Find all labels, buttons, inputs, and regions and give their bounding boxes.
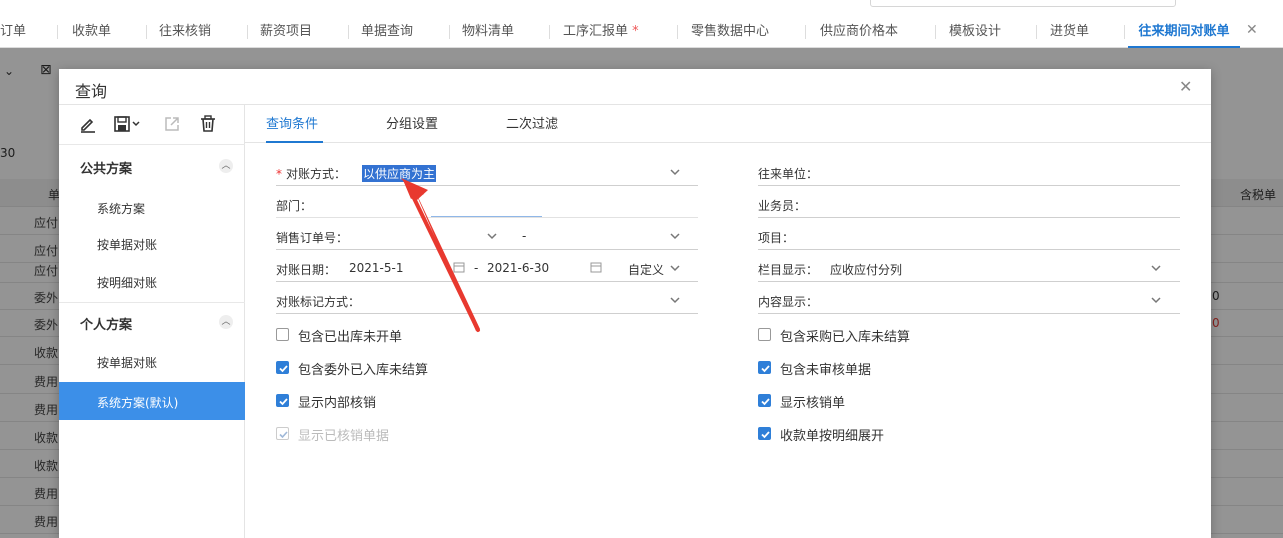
- chevron-down-icon[interactable]: [486, 230, 498, 242]
- end-date[interactable]: 2021-6-30: [487, 261, 549, 275]
- reconcile-date-range[interactable]: 对账日期： 2021-5-1 - 2021-6-30 自定义: [276, 256, 698, 282]
- scheme-item[interactable]: 按单据对账: [59, 225, 245, 261]
- delete-icon[interactable]: [199, 115, 219, 135]
- tab-query-conditions[interactable]: 查询条件: [266, 105, 323, 143]
- chevron-down-icon[interactable]: [669, 294, 681, 306]
- document-tab-bar: 订单 收款单 往来核销 薪资项目 单据查询 物料清单 工序汇报单 * 零售数据中…: [0, 14, 1283, 48]
- tab-period-reconciliation[interactable]: 往来期间对账单: [1128, 14, 1240, 48]
- content-display-select[interactable]: 内容显示：: [758, 288, 1180, 314]
- personal-scheme-group[interactable]: 个人方案 ︿: [59, 305, 245, 339]
- scheme-item[interactable]: 系统方案: [59, 189, 245, 225]
- tab-process-report[interactable]: 工序汇报单 *: [563, 14, 639, 48]
- tab-bom[interactable]: 物料清单: [462, 14, 514, 48]
- project-field[interactable]: 项目：: [758, 224, 1180, 250]
- date-mode-select[interactable]: 自定义: [628, 261, 664, 278]
- scheme-item-selected[interactable]: 系统方案(默认): [59, 382, 245, 420]
- tab-supplier-price-book[interactable]: 供应商价格本: [820, 14, 898, 48]
- scheme-item[interactable]: 按明细对账: [59, 263, 245, 299]
- column-display-select[interactable]: 栏目显示： 应收应付分列: [758, 256, 1180, 282]
- chevron-down-icon[interactable]: [669, 230, 681, 242]
- dialog-header: 查询 ✕: [59, 69, 1211, 105]
- top-strip: [0, 0, 1283, 14]
- department-field[interactable]: 部门：: [276, 192, 698, 218]
- tab-purchase-receipt[interactable]: 进货单: [1050, 14, 1089, 48]
- salesperson-field[interactable]: 业务员：: [758, 192, 1180, 218]
- calendar-icon[interactable]: [590, 261, 602, 273]
- close-tab-icon[interactable]: ✕: [1246, 22, 1258, 38]
- scheme-panel: 公共方案 ︿ 系统方案 按单据对账 按明细对账 个人方案 ︿ 按单据对账 系统方…: [59, 105, 245, 538]
- query-content: 查询条件 分组设置 二次过滤 * 对账方式： 以供应商为主 部门： 销售订单号： …: [245, 105, 1211, 538]
- chevron-up-icon[interactable]: ︿: [219, 159, 233, 173]
- tab-receipt[interactable]: 收款单: [72, 14, 111, 48]
- dialog-title: 查询: [75, 82, 108, 101]
- close-icon[interactable]: ✕: [1179, 77, 1192, 96]
- tab-document-query[interactable]: 单据查询: [361, 14, 413, 48]
- chevron-up-icon[interactable]: ︿: [219, 315, 233, 329]
- export-icon[interactable]: [163, 115, 183, 135]
- reconcile-method-select[interactable]: * 对账方式： 以供应商为主: [276, 160, 698, 186]
- query-dialog: 查询 ✕ 公共方案 ︿ 系统方案 按单据对账 按明细对账 个人方案 ︿ 按单据对…: [59, 69, 1211, 538]
- chevron-down-icon[interactable]: [1150, 294, 1162, 306]
- public-scheme-group[interactable]: 公共方案 ︿: [59, 149, 245, 183]
- edit-icon[interactable]: [79, 115, 99, 135]
- scheme-toolbar: [59, 105, 245, 145]
- mark-method-select[interactable]: 对账标记方式：: [276, 288, 698, 314]
- tab-retail-data-center[interactable]: 零售数据中心: [691, 14, 769, 48]
- save-icon[interactable]: [113, 115, 145, 135]
- chevron-down-icon[interactable]: [669, 262, 681, 274]
- chevron-down-icon[interactable]: [669, 166, 681, 178]
- query-subtabs: 查询条件 分组设置 二次过滤: [245, 105, 1211, 143]
- tab-secondary-filter[interactable]: 二次过滤: [506, 105, 558, 143]
- tab-order[interactable]: 订单: [0, 14, 26, 48]
- chevron-down-icon[interactable]: [1150, 262, 1162, 274]
- tab-group-settings[interactable]: 分组设置: [386, 105, 438, 143]
- counterparty-field[interactable]: 往来单位：: [758, 160, 1180, 186]
- calendar-icon[interactable]: [453, 261, 465, 273]
- tab-salary-items[interactable]: 薪资项目: [260, 14, 312, 48]
- tab-writeoff[interactable]: 往来核销: [159, 14, 211, 48]
- start-date[interactable]: 2021-5-1: [349, 261, 403, 275]
- sales-order-field[interactable]: 销售订单号： -: [276, 224, 698, 250]
- global-search-input[interactable]: [870, 0, 1176, 7]
- tab-template-design[interactable]: 模板设计: [949, 14, 1001, 48]
- scheme-item[interactable]: 按单据对账: [59, 343, 245, 379]
